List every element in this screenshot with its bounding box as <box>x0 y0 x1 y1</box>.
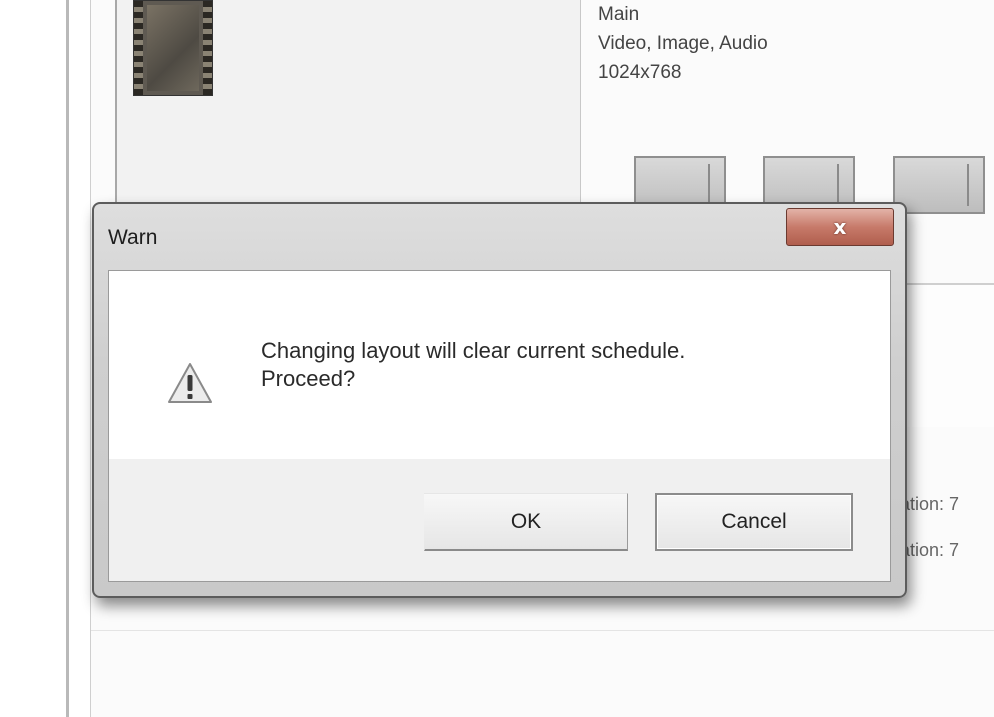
dialog-message: Changing layout will clear current sched… <box>261 337 685 393</box>
dialog-title: Warn <box>108 226 158 249</box>
layout-name: Main <box>598 4 640 25</box>
duration-label-1: ation: 7 <box>900 494 960 514</box>
screen: Main Video, Image, Audio 1024x768 ation:… <box>0 0 994 717</box>
film-frame <box>147 5 199 91</box>
window-left-border <box>66 0 69 717</box>
layout-option-3-icon[interactable] <box>893 156 985 214</box>
layout-media-types: Video, Image, Audio <box>598 33 768 54</box>
duration-label-2: ation: 7 <box>900 540 960 560</box>
close-icon: x <box>833 215 847 239</box>
layout-resolution: 1024x768 <box>598 62 682 83</box>
cancel-button[interactable]: Cancel <box>655 493 853 551</box>
message-line-2: Proceed? <box>261 366 356 391</box>
layout-info: Main Video, Image, Audio 1024x768 <box>598 0 768 87</box>
divider <box>91 630 994 631</box>
panel-divider <box>90 0 91 717</box>
preview-panel <box>905 283 994 427</box>
film-strip-left <box>134 1 143 95</box>
warning-triangle-icon <box>168 363 212 403</box>
message-line-1: Changing layout will clear current sched… <box>261 338 686 363</box>
close-button[interactable]: x <box>786 208 894 246</box>
ok-button[interactable]: OK <box>424 493 628 551</box>
warn-dialog: Warn x Changing layout will clear curren… <box>92 202 907 598</box>
video-thumbnail-icon <box>133 0 213 96</box>
film-strip-right <box>203 1 212 95</box>
